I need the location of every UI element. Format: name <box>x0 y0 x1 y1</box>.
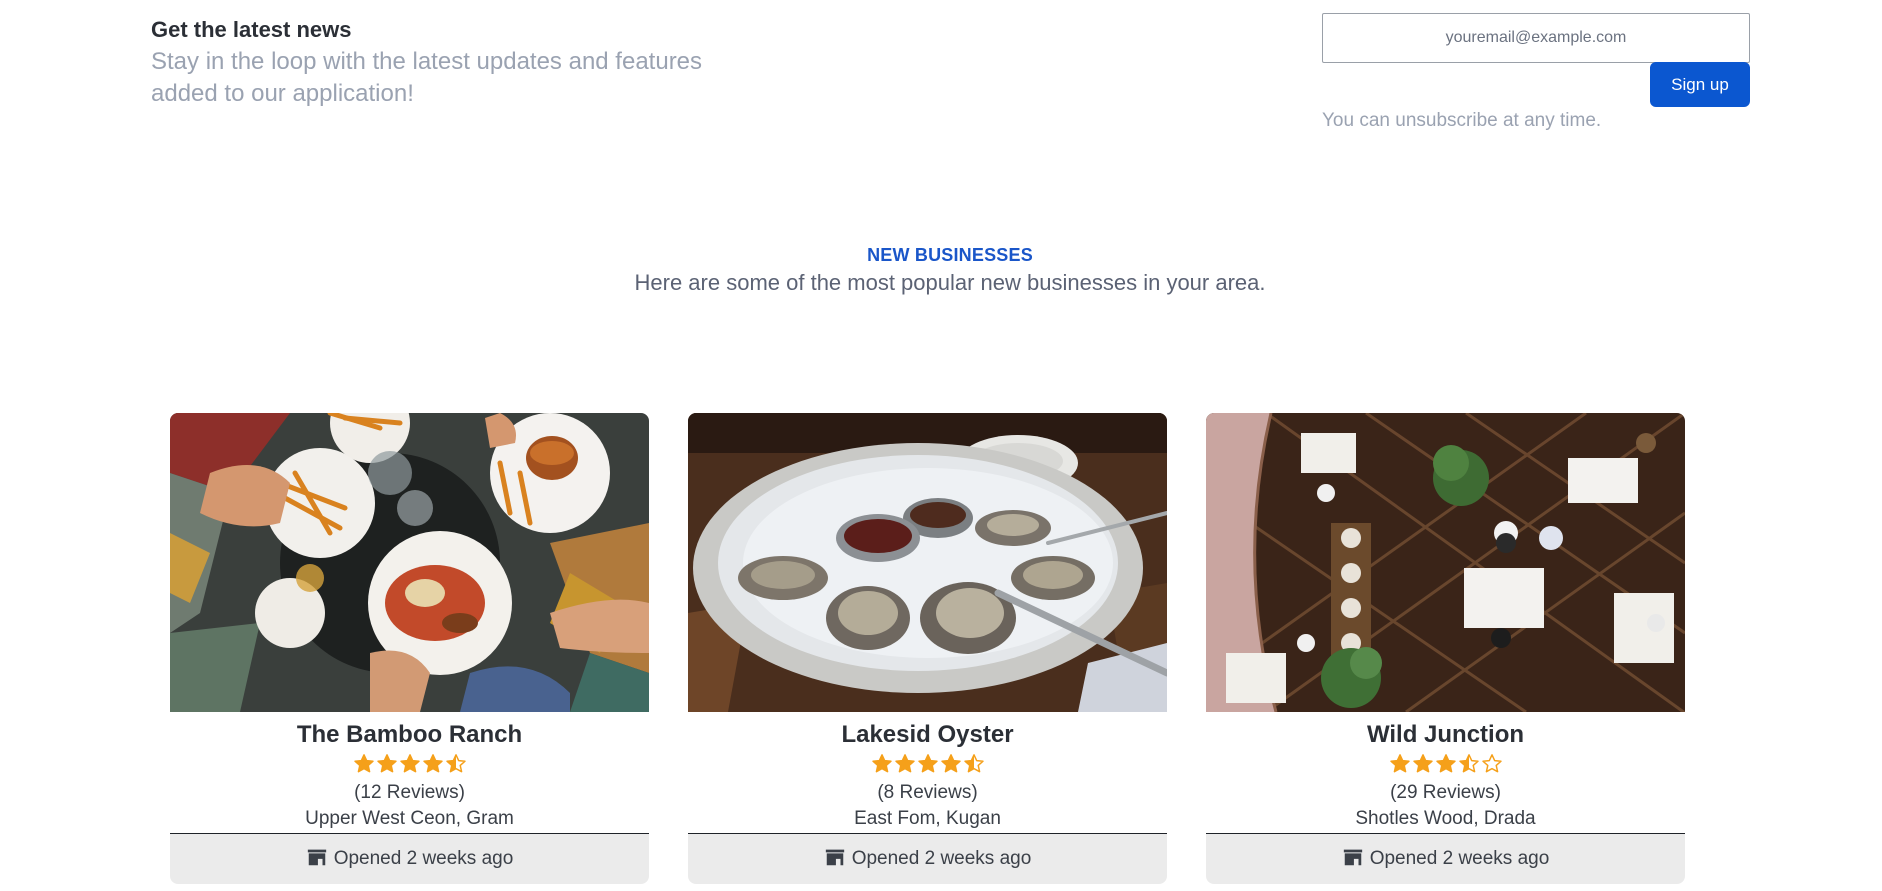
newsletter-form: Sign up You can unsubscribe at any time. <box>1322 13 1750 131</box>
opened-text: Opened 2 weeks ago <box>851 848 1032 869</box>
star-empty-icon <box>1481 754 1502 773</box>
store-icon <box>307 849 326 866</box>
star-full-icon <box>353 754 374 773</box>
review-count: (12 Reviews) <box>354 782 465 803</box>
newsletter-subtitle: Stay in the loop with the latest updates… <box>151 48 703 107</box>
rating-stars <box>1206 753 1685 777</box>
business-name[interactable]: Lakesid Oyster <box>688 720 1167 750</box>
business-card[interactable]: The Bamboo Ranch (12 Reviews) Upper West… <box>170 413 649 884</box>
star-half-icon <box>445 754 466 773</box>
opened-text: Opened 2 weeks ago <box>1369 848 1550 869</box>
review-count: (8 Reviews) <box>877 782 978 803</box>
newsletter-title: Get the latest news <box>151 17 352 42</box>
business-card[interactable]: Lakesid Oyster (8 Reviews) East Fom, Kug… <box>688 413 1167 884</box>
star-full-icon <box>1412 754 1433 773</box>
review-count: (29 Reviews) <box>1390 782 1501 803</box>
business-location: Shotles Wood, Drada <box>1206 807 1685 834</box>
card-footer: Opened 2 weeks ago <box>1206 834 1685 884</box>
business-photo-food-table <box>170 413 649 712</box>
opened-text: Opened 2 weeks ago <box>333 848 514 869</box>
star-half-icon <box>1458 754 1479 773</box>
food-table-image <box>170 413 649 712</box>
restaurant-floor-image <box>1206 413 1685 712</box>
section-header: NEW BUSINESSES Here are some of the most… <box>0 242 1882 298</box>
star-full-icon <box>422 754 443 773</box>
section-lead: Here are some of the most popular new bu… <box>634 270 1266 295</box>
unsubscribe-note: You can unsubscribe at any time. <box>1322 110 1602 131</box>
store-icon <box>1343 849 1362 866</box>
business-card[interactable]: Wild Junction (29 Reviews) Shotles Wood,… <box>1206 413 1685 884</box>
business-photo-oysters <box>688 413 1167 712</box>
rating-stars <box>688 753 1167 777</box>
star-half-icon <box>963 754 984 773</box>
section-eyebrow: NEW BUSINESSES <box>867 245 1033 265</box>
newsletter-intro: Get the latest news Stay in the loop wit… <box>151 14 751 110</box>
star-full-icon <box>1389 754 1410 773</box>
star-full-icon <box>1435 754 1456 773</box>
star-full-icon <box>940 754 961 773</box>
business-photo-restaurant-floor <box>1206 413 1685 712</box>
business-name[interactable]: The Bamboo Ranch <box>170 720 649 750</box>
star-full-icon <box>917 754 938 773</box>
rating-stars <box>170 753 649 777</box>
store-icon <box>825 849 844 866</box>
email-input[interactable] <box>1322 13 1750 63</box>
oysters-image <box>688 413 1167 712</box>
business-location: Upper West Ceon, Gram <box>170 807 649 834</box>
business-name[interactable]: Wild Junction <box>1206 720 1685 750</box>
star-full-icon <box>894 754 915 773</box>
signup-button[interactable]: Sign up <box>1650 62 1750 107</box>
business-location: East Fom, Kugan <box>688 807 1167 834</box>
card-footer: Opened 2 weeks ago <box>688 834 1167 884</box>
star-full-icon <box>376 754 397 773</box>
star-full-icon <box>871 754 892 773</box>
card-footer: Opened 2 weeks ago <box>170 834 649 884</box>
star-full-icon <box>399 754 420 773</box>
